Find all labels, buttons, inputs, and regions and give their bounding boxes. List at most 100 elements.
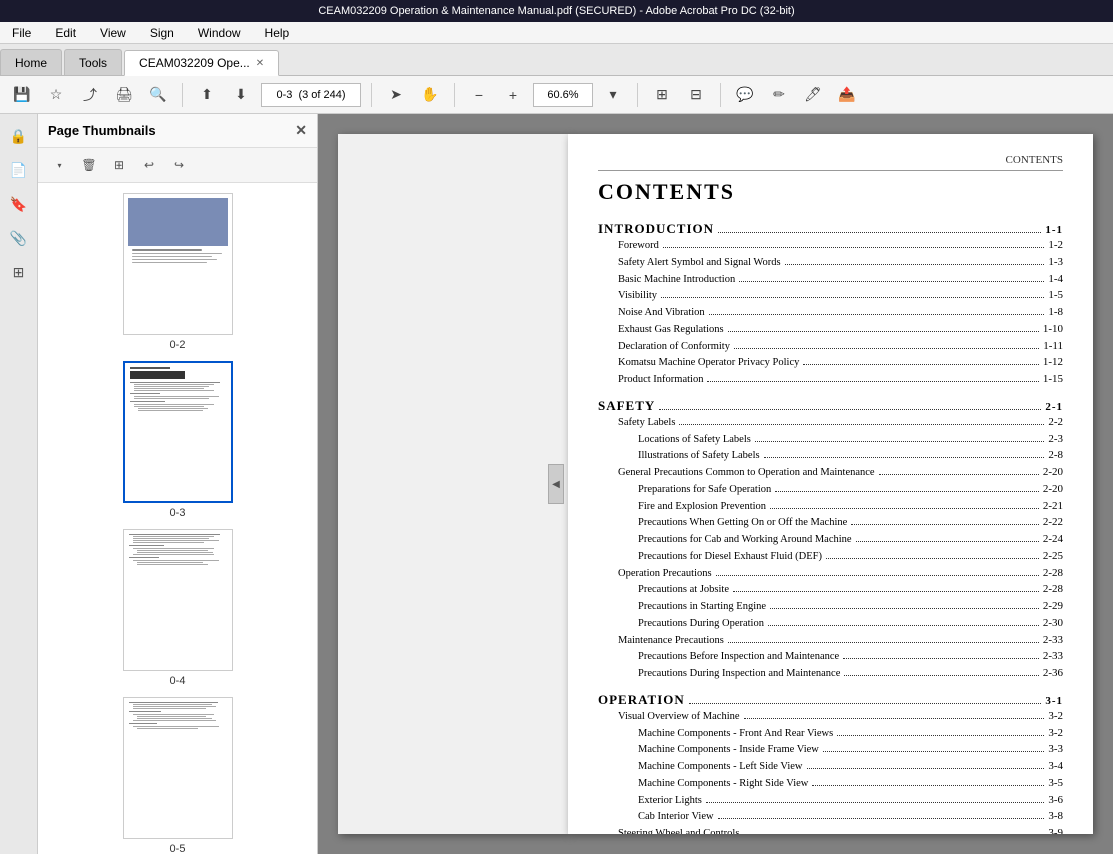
thumbnail-delete-btn[interactable]: 🗑	[76, 152, 102, 178]
thumbnail-redo-btn[interactable]: ↪	[166, 152, 192, 178]
toc-item: Visibility 1-5	[598, 287, 1063, 304]
pdf-page-right: CONTENTS CONTENTS INTRODUCTION 1-1 Forew…	[568, 134, 1093, 834]
tab-document[interactable]: CEAM032209 Ope... ✕	[124, 50, 279, 76]
toc-item: Illustrations of Safety Labels 2-8	[598, 447, 1063, 464]
prev-page-button[interactable]: ⬆	[193, 81, 221, 109]
next-page-button[interactable]: ⬇	[227, 81, 255, 109]
toc-section-title-introduction: INTRODUCTION 1-1	[598, 221, 1063, 237]
bookmark-button[interactable]: ☆	[42, 81, 70, 109]
title-bar: CEAM032209 Operation & Maintenance Manua…	[0, 0, 1113, 22]
toc-item: Machine Components - Right Side View 3-5	[598, 775, 1063, 792]
toc-item: Machine Components - Front And Rear View…	[598, 725, 1063, 742]
sidebar-header: Page Thumbnails ✕	[38, 114, 317, 148]
layers-icon-btn[interactable]: ⊞	[5, 258, 33, 286]
toc-section-title-safety: SAFETY 2-1	[598, 398, 1063, 414]
toc-item: Declaration of Conformity 1-11	[598, 338, 1063, 355]
lock-icon-btn[interactable]: 🔒	[5, 122, 33, 150]
thumbnail-0-3[interactable]: 0-3	[123, 361, 233, 519]
main-area: 🔒 📄 🔖 📎 ⊞ Page Thumbnails ✕ 🗑 ⊞ ↩ ↪	[0, 114, 1113, 854]
sidebar-close-icon[interactable]: ✕	[295, 122, 307, 139]
pen-button[interactable]: ✏	[765, 81, 793, 109]
share2-button[interactable]: 📤	[833, 81, 861, 109]
toc-section-title-operation: OPERATION 3-1	[598, 692, 1063, 708]
pdf-area: ◀ CONTENTS CONTENTS INTRODUCTION 1-1 For…	[318, 114, 1113, 854]
tab-tools[interactable]: Tools	[64, 49, 122, 75]
sep1	[182, 83, 183, 107]
menu-edit[interactable]: Edit	[51, 24, 80, 42]
toc-dots	[718, 232, 1041, 233]
menu-file[interactable]: File	[8, 24, 35, 42]
comment-button[interactable]: 💬	[731, 81, 759, 109]
toc-item: Precautions for Cab and Working Around M…	[598, 531, 1063, 548]
highlight-button[interactable]: 🖊	[799, 81, 827, 109]
toc-item: Visual Overview of Machine 3-2	[598, 708, 1063, 725]
toc-item: Fire and Explosion Prevention 2-21	[598, 498, 1063, 515]
toc-item: Noise And Vibration 1-8	[598, 304, 1063, 321]
bookmark-icon-btn[interactable]: 🔖	[5, 190, 33, 218]
toc-item: Machine Components - Inside Frame View 3…	[598, 741, 1063, 758]
toc-item: Maintenance Precautions 2-33	[598, 632, 1063, 649]
page-nav-input[interactable]	[261, 83, 361, 107]
toc-item: Steering Wheel and Controls 3-9	[598, 825, 1063, 834]
thumbnail-label-0-3: 0-3	[170, 507, 186, 519]
zoom-input[interactable]	[533, 83, 593, 107]
toc-section-operation: OPERATION 3-1 Visual Overview of Machine…	[598, 692, 1063, 834]
zoom-in-button[interactable]: +	[499, 81, 527, 109]
thumbnail-0-4[interactable]: 0-4	[123, 529, 233, 687]
toc-item: Safety Labels 2-2	[598, 414, 1063, 431]
toc-item: Locations of Safety Labels 2-3	[598, 431, 1063, 448]
menu-help[interactable]: Help	[261, 24, 294, 42]
toc-item: Komatsu Machine Operator Privacy Policy …	[598, 354, 1063, 371]
thumbnail-undo-btn[interactable]: ↩	[136, 152, 162, 178]
attachment-icon-btn[interactable]: 📎	[5, 224, 33, 252]
thumbnail-label-0-4: 0-4	[170, 675, 186, 687]
toc-section-safety: SAFETY 2-1 Safety Labels 2-2 Locations o…	[598, 398, 1063, 682]
pdf-page-left	[338, 134, 568, 834]
sep5	[720, 83, 721, 107]
page-icon-btn[interactable]: 📄	[5, 156, 33, 184]
menu-sign[interactable]: Sign	[146, 24, 178, 42]
menu-view[interactable]: View	[96, 24, 130, 42]
hand-tool-button[interactable]: ✋	[416, 81, 444, 109]
pan-button[interactable]: ⊟	[682, 81, 710, 109]
thumbnail-0-5[interactable]: 0-5	[123, 697, 233, 854]
cursor-tool-button[interactable]: ➤	[382, 81, 410, 109]
toc-item: Precautions Before Inspection and Mainte…	[598, 648, 1063, 665]
contents-header-right: CONTENTS	[598, 154, 1063, 171]
sep2	[371, 83, 372, 107]
thumbnail-label-0-2: 0-2	[170, 339, 186, 351]
toc-item: Safety Alert Symbol and Signal Words 1-3	[598, 254, 1063, 271]
toc-item: Operation Precautions 2-28	[598, 565, 1063, 582]
print-button[interactable]: 🖨	[110, 81, 138, 109]
sep4	[637, 83, 638, 107]
toc-item: Precautions in Starting Engine 2-29	[598, 598, 1063, 615]
page-view-button[interactable]: ⊞	[648, 81, 676, 109]
thumbnail-options-btn[interactable]	[46, 152, 72, 178]
zoom-dropdown-button[interactable]: ▾	[599, 81, 627, 109]
toc-item: Precautions During Operation 2-30	[598, 615, 1063, 632]
thumbnails-area[interactable]: 0-2	[38, 183, 317, 854]
save-button[interactable]: 💾	[8, 81, 36, 109]
toc-item: Exhaust Gas Regulations 1-10	[598, 321, 1063, 338]
thumbnail-embed-btn[interactable]: ⊞	[106, 152, 132, 178]
menu-window[interactable]: Window	[194, 24, 245, 42]
sidebar: Page Thumbnails ✕ 🗑 ⊞ ↩ ↪	[38, 114, 318, 854]
toc-item: Precautions During Inspection and Mainte…	[598, 665, 1063, 682]
thumbnail-0-2[interactable]: 0-2	[123, 193, 233, 351]
toc-section-page: 3-1	[1045, 695, 1063, 707]
toc-item: Cab Interior View 3-8	[598, 808, 1063, 825]
toc-item: Preparations for Safe Operation 2-20	[598, 481, 1063, 498]
toc-item: Foreword 1-2	[598, 237, 1063, 254]
toc-item: Basic Machine Introduction 1-4	[598, 271, 1063, 288]
toc-section-label: SAFETY	[598, 398, 655, 414]
menu-bar: File Edit View Sign Window Help	[0, 22, 1113, 44]
toc-section-page: 2-1	[1045, 401, 1063, 413]
tab-close-icon[interactable]: ✕	[256, 58, 264, 69]
share-button[interactable]: ⤴	[76, 81, 104, 109]
tab-home[interactable]: Home	[0, 49, 62, 75]
toc-item: Precautions When Getting On or Off the M…	[598, 514, 1063, 531]
toc-section-introduction: INTRODUCTION 1-1 Foreword 1-2 Safety Ale…	[598, 221, 1063, 388]
zoom-out-button[interactable]: −	[465, 81, 493, 109]
collapse-sidebar-button[interactable]: ◀	[548, 464, 564, 504]
search-button[interactable]: 🔍	[144, 81, 172, 109]
